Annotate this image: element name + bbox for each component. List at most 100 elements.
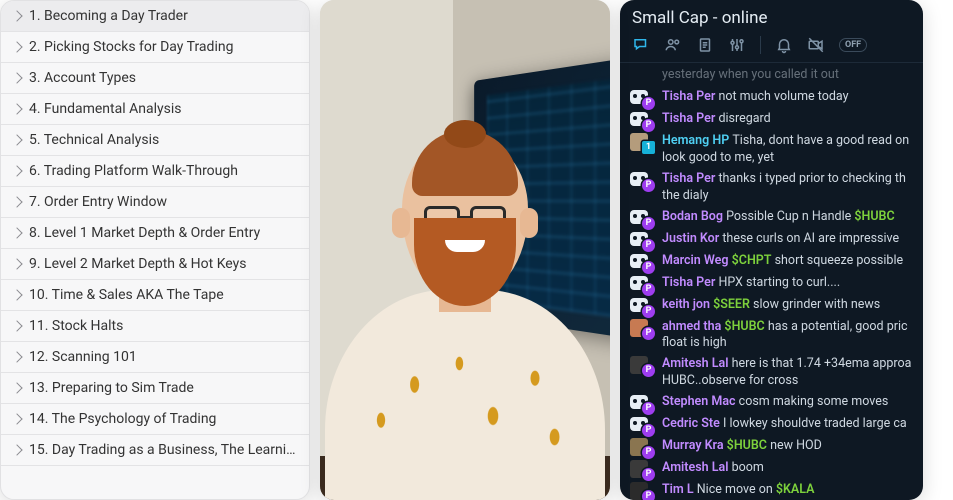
chat-message: P Tim L Nice move on $KALA (620, 480, 923, 500)
chat-username[interactable]: Tisha Per (662, 89, 718, 104)
chat-avatar: P (628, 394, 652, 412)
chat-username[interactable]: Cedric Ste (662, 416, 723, 431)
chat-username[interactable]: Tisha Per (662, 275, 718, 290)
lesson-title: 9. Level 2 Market Depth & Hot Keys (29, 256, 247, 272)
lesson-item[interactable]: 9. Level 2 Market Depth & Hot Keys (1, 249, 309, 280)
chat-username[interactable]: Tisha Per (662, 171, 718, 186)
ticker-symbol[interactable]: $CHPT (732, 253, 772, 268)
chevron-right-icon (11, 72, 22, 83)
chat-text: disregard (718, 111, 770, 126)
instructor-photo (320, 0, 610, 500)
chat-message: PTisha Per HPX starting to curl.... (620, 273, 923, 295)
chevron-right-icon (11, 41, 22, 52)
chat-username[interactable]: ahmed tha (662, 319, 724, 334)
lesson-item[interactable]: 10. Time & Sales AKA The Tape (1, 280, 309, 311)
user-badge: P (642, 424, 655, 437)
chat-avatar: P (628, 438, 652, 456)
chat-username[interactable]: Stephen Mac (662, 394, 739, 409)
lesson-title: 4. Fundamental Analysis (29, 101, 181, 117)
users-icon[interactable] (664, 36, 682, 54)
chat-username[interactable]: Murray Kra (662, 438, 727, 453)
chat-text: Possible Cup n Handle (726, 209, 854, 224)
ticker-symbol[interactable]: $SEER (713, 297, 750, 312)
lesson-title: 6. Trading Platform Walk-Through (29, 163, 238, 179)
chat-username[interactable]: Hemang HP (662, 133, 732, 148)
chat-avatar: P (628, 416, 652, 434)
chat-bubble-icon[interactable] (632, 36, 650, 54)
chat-message: P Stephen Mac cosm making some moves (620, 392, 923, 414)
lesson-item[interactable]: 8. Level 1 Market Depth & Order Entry (1, 218, 309, 249)
chat-username[interactable]: Amitesh Lal (662, 356, 732, 371)
user-badge: P (642, 446, 655, 459)
lesson-title: 10. Time & Sales AKA The Tape (29, 287, 224, 303)
ticker-symbol[interactable]: $HUBC (854, 209, 894, 224)
chat-message: PAmitesh Lal boom (620, 458, 923, 480)
off-badge[interactable]: OFF (839, 38, 867, 52)
lesson-item[interactable]: 3. Account Types (1, 63, 309, 94)
lessons-panel: 1. Becoming a Day Trader2. Picking Stock… (0, 0, 310, 500)
chat-text: cosm making some moves (739, 394, 889, 409)
ticker-symbol[interactable]: $HUBC (727, 438, 767, 453)
chevron-right-icon (11, 444, 22, 455)
chat-text: these curls on AI are impressive (722, 231, 899, 246)
lesson-item[interactable]: 7. Order Entry Window (1, 187, 309, 218)
lesson-item[interactable]: 13. Preparing to Sim Trade (1, 373, 309, 404)
chat-avatar: P (628, 482, 652, 500)
chat-text: new HOD (767, 438, 822, 453)
chevron-right-icon (11, 165, 22, 176)
user-badge: P (642, 119, 655, 132)
lesson-title: 5. Technical Analysis (29, 132, 159, 148)
chat-room-title: Small Cap - online (620, 0, 923, 32)
chevron-right-icon (11, 413, 22, 424)
camera-off-icon[interactable] (807, 36, 825, 54)
lesson-title: 8. Level 1 Market Depth & Order Entry (29, 225, 260, 241)
chat-username[interactable]: keith jon (662, 297, 713, 312)
chat-avatar: P (628, 356, 652, 374)
chat-message: P Cedric Ste I lowkey shouldve traded lar… (620, 414, 923, 436)
lesson-item[interactable]: 15. Day Trading as a Business, The Learn… (1, 435, 309, 466)
ticker-symbol[interactable]: $HUBC (724, 319, 764, 334)
chevron-right-icon (11, 103, 22, 114)
chat-text: slow grinder with news (750, 297, 880, 312)
user-badge: 1 (642, 141, 655, 154)
user-badge: P (642, 261, 655, 274)
lesson-item[interactable]: 6. Trading Platform Walk-Through (1, 156, 309, 187)
lesson-item[interactable]: 4. Fundamental Analysis (1, 94, 309, 125)
chat-text: I lowkey shouldve traded large ca (723, 416, 907, 431)
lesson-title: 11. Stock Halts (29, 318, 123, 334)
chat-username[interactable]: Justin Kor (662, 231, 722, 246)
chat-message: PTisha Per not much volume today (620, 87, 923, 109)
chevron-right-icon (11, 258, 22, 269)
chat-message: P Murray Kra $HUBC new HOD (620, 436, 923, 458)
chat-username[interactable]: Amitesh Lal (662, 460, 732, 475)
user-badge: P (642, 364, 655, 377)
chevron-right-icon (11, 134, 22, 145)
lesson-item[interactable]: 14. The Psychology of Trading (1, 404, 309, 435)
user-badge: P (642, 468, 655, 481)
chevron-right-icon (11, 289, 22, 300)
bell-icon[interactable] (775, 36, 793, 54)
lesson-item[interactable]: 5. Technical Analysis (1, 125, 309, 156)
sliders-icon[interactable] (728, 36, 746, 54)
chat-username[interactable]: Marcin Weg (662, 253, 732, 268)
person-illustration (335, 120, 595, 500)
chat-avatar: P (628, 111, 652, 129)
chat-username[interactable]: Tim L (662, 482, 697, 497)
document-icon[interactable] (696, 36, 714, 54)
chat-message: P Justin Kor these curls on AI are impres… (620, 229, 923, 251)
lesson-item[interactable]: 12. Scanning 101 (1, 342, 309, 373)
lesson-item[interactable]: 11. Stock Halts (1, 311, 309, 342)
chat-text: not much volume today (718, 89, 848, 104)
chat-avatar: P (628, 231, 652, 249)
lesson-item[interactable]: 2. Picking Stocks for Day Trading (1, 32, 309, 63)
lesson-item[interactable]: 1. Becoming a Day Trader (1, 1, 309, 32)
chevron-right-icon (11, 320, 22, 331)
chat-username[interactable]: Bodan Bog (662, 209, 726, 224)
chat-text: Nice move on (697, 482, 776, 497)
ticker-symbol[interactable]: $KALA (776, 482, 815, 497)
chat-toolbar: OFF (620, 32, 923, 63)
chat-username[interactable]: Tisha Per (662, 111, 718, 126)
chat-avatar: P (628, 253, 652, 271)
chat-messages[interactable]: yesterday when you called it out PTisha … (620, 63, 923, 500)
chat-message: PAmitesh Lal here is that 1.74 +34ema ap… (620, 354, 923, 392)
